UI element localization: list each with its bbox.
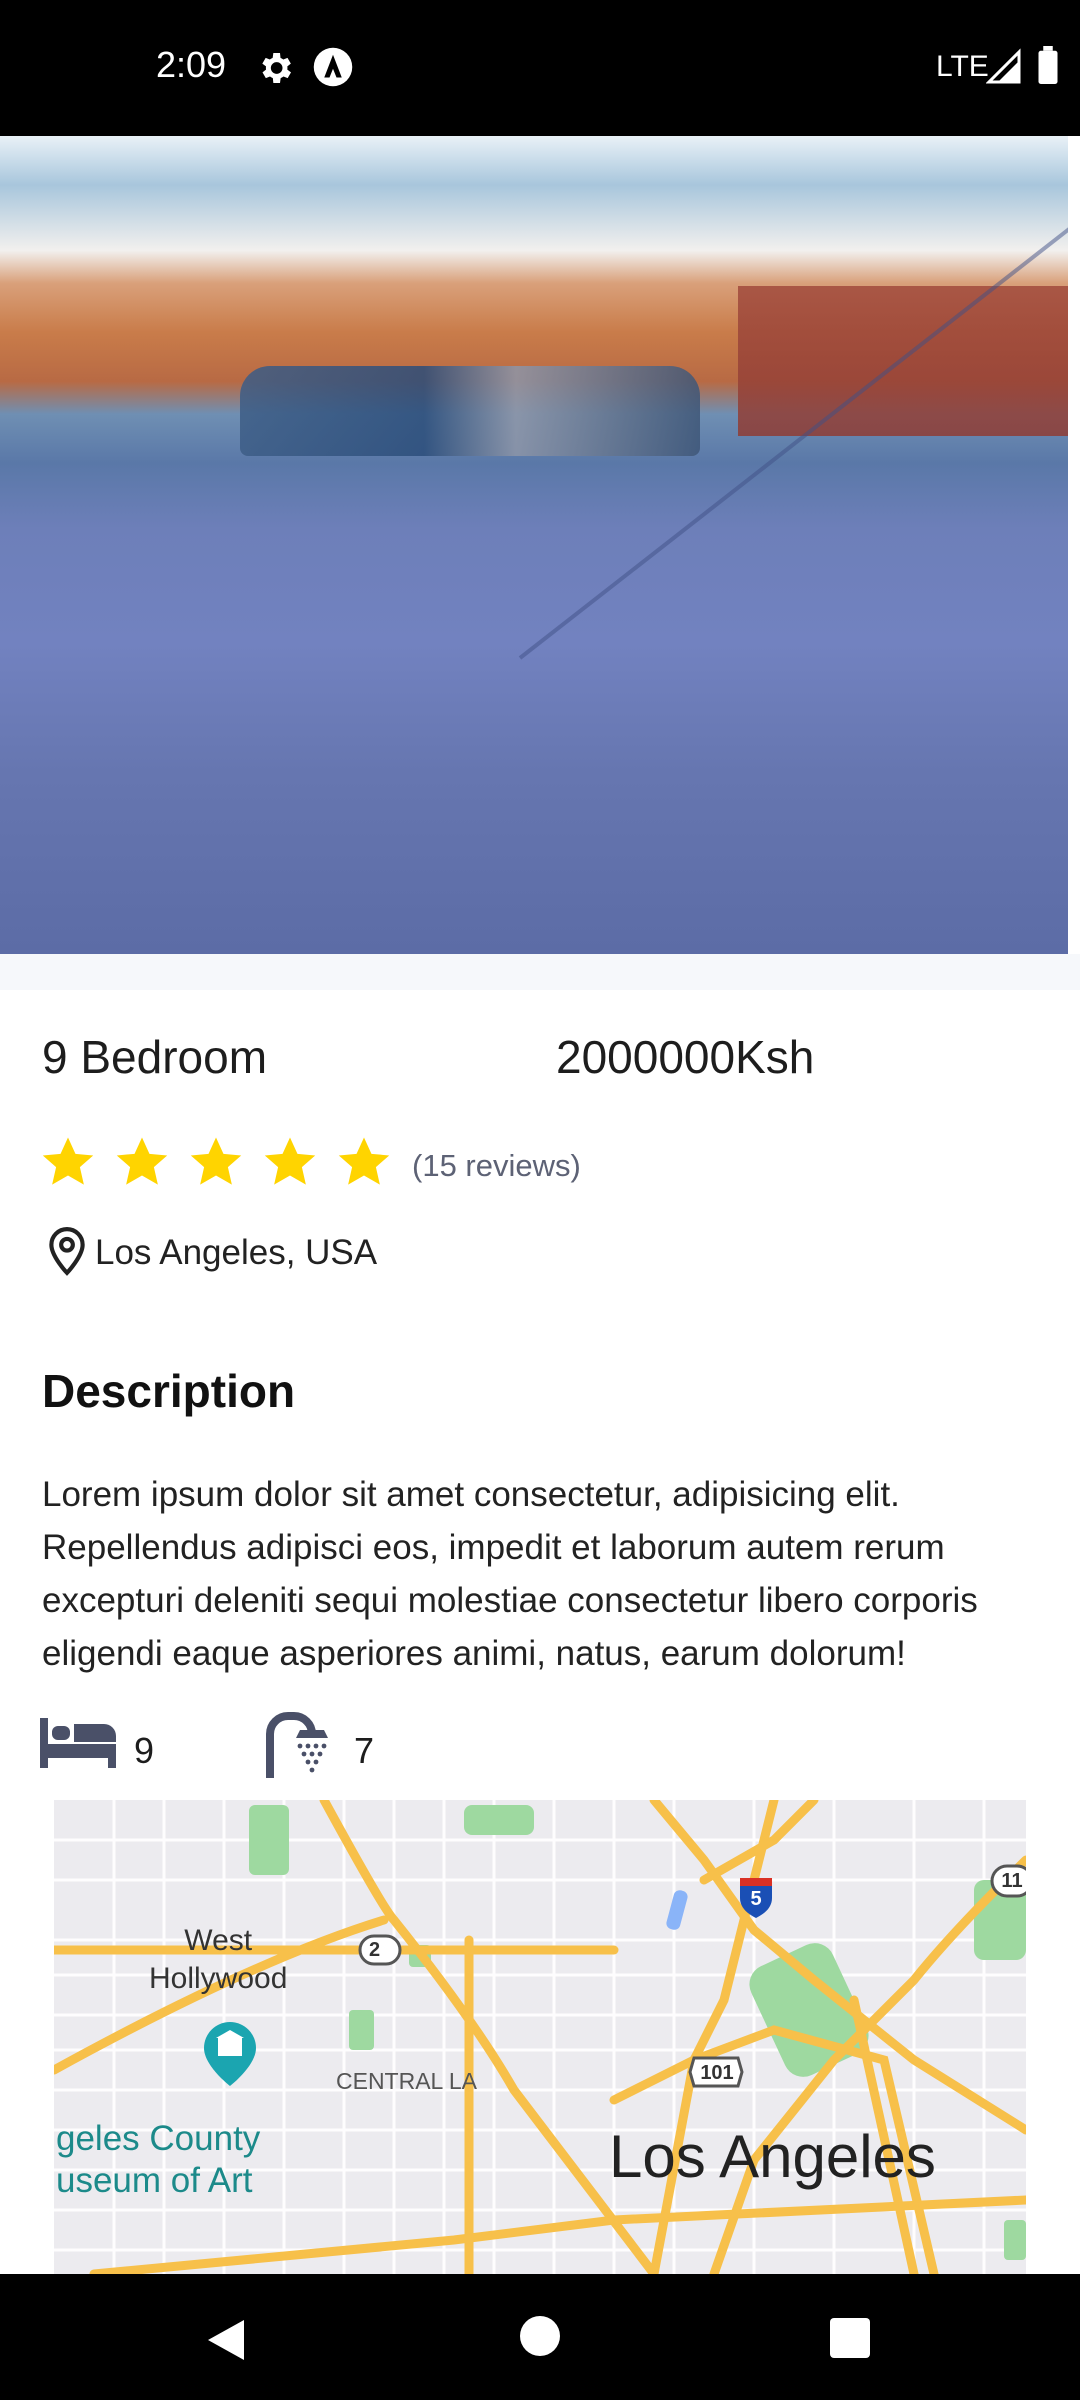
shower-icon <box>266 1712 328 1778</box>
map-label-los-angeles: Los Angeles <box>609 2123 936 2190</box>
battery-icon <box>1038 46 1058 84</box>
photo-cars <box>240 366 700 456</box>
home-icon[interactable] <box>520 2316 560 2356</box>
map-label-museum-line2: useum of Art <box>56 2161 253 2200</box>
us101-shield: 101 <box>700 2062 734 2084</box>
star-icon <box>264 1137 316 1185</box>
map-roads <box>54 1800 1026 2274</box>
map-label-central-la: CENTRAL LA <box>336 2068 478 2094</box>
system-nav-bar <box>0 2274 1080 2400</box>
map-label-hollywood: Hollywood <box>149 1962 288 1995</box>
map-label-museum-line1: geles County <box>56 2119 261 2158</box>
signal-icon <box>986 48 1021 84</box>
photo-bottom-edge <box>0 954 1080 990</box>
property-photo[interactable] <box>0 136 1068 954</box>
property-price: 2000000Ksh <box>556 1031 815 1083</box>
star-icon <box>190 1137 242 1185</box>
route-11-shield: 11 <box>1001 1870 1023 1892</box>
network-label: LTE <box>936 50 989 83</box>
location-pin-icon <box>49 1227 85 1276</box>
description-text: Lorem ipsum dolor sit amet consectetur, … <box>42 1475 978 1673</box>
star-icon <box>116 1137 168 1185</box>
gear-icon <box>262 53 291 83</box>
bedroom-count: 9 <box>134 1730 155 1771</box>
i5-shield: 5 <box>750 1888 762 1910</box>
description-heading: Description <box>42 1365 296 1417</box>
recent-apps-icon[interactable] <box>830 2318 870 2358</box>
back-icon[interactable] <box>204 2316 248 2364</box>
map-label-west: West <box>184 1924 253 1957</box>
property-location: Los Angeles, USA <box>95 1233 378 1272</box>
app-a-icon <box>313 47 353 87</box>
status-bar: 2:09 LTE <box>0 0 1080 136</box>
property-title: 9 Bedroom <box>42 1031 268 1083</box>
map-label-west-hollywood: West Hollywood <box>149 1922 287 1998</box>
status-time: 2:09 <box>156 44 227 85</box>
bed-icon <box>40 1718 116 1768</box>
map-label-museum: geles County useum of Art <box>56 2118 260 2202</box>
rating-stars <box>40 1134 410 1194</box>
reviews-count[interactable]: (15 reviews) <box>412 1148 581 1184</box>
star-icon <box>42 1137 94 1185</box>
star-icon <box>338 1137 390 1185</box>
bathroom-count: 7 <box>354 1730 375 1771</box>
route-2-shield: 2 <box>369 1939 381 1961</box>
location-map[interactable]: 2 5 101 11 West Hollywood CENTRAL LA gel… <box>54 1800 1026 2274</box>
